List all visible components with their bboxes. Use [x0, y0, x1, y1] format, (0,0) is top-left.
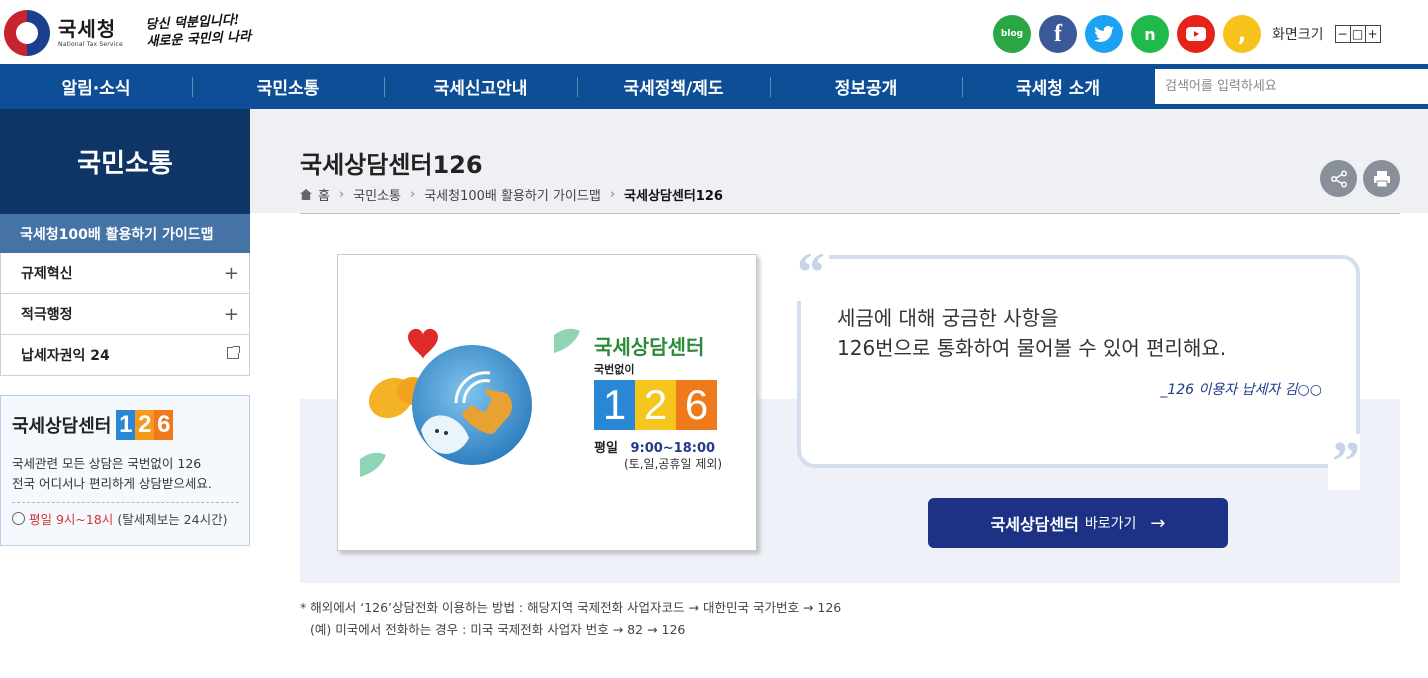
clock-icon	[12, 512, 25, 525]
quote-author: _126 이용자 납세자 김○○	[1160, 382, 1322, 398]
call-center-illustration: 국세상담센터 국번없이 1 2 6 평일 9:00~18:00 (토,일,공휴일…	[337, 254, 757, 551]
number-126-badge: 1 2 6	[116, 410, 174, 440]
card-hours: 9:00~18:00	[630, 441, 716, 456]
plus-icon: +	[223, 263, 239, 284]
gnb-item-policy[interactable]: 국세정책/제도	[577, 64, 770, 109]
testimonial-quote: “ 세금에 대해 궁금한 사항을 126번으로 통화하여 물어볼 수 있어 편리…	[797, 245, 1360, 490]
card-except: (토,일,공휴일 제외)	[624, 457, 723, 471]
font-increase-button[interactable]: +	[1364, 25, 1381, 43]
side-box-description: 국세관련 모든 상담은 국번없이 126 전국 어디서나 편리하게 상담받으세요…	[12, 456, 212, 491]
gnb-item-news[interactable]: 알림·소식	[0, 64, 192, 109]
lnb-item-active-admin[interactable]: 적극행정 +	[0, 294, 250, 335]
quote-open-icon: “	[797, 245, 829, 301]
youtube-icon[interactable]	[1177, 15, 1215, 53]
kakao-icon[interactable]: ,	[1223, 15, 1261, 53]
font-decrease-button[interactable]: −	[1334, 25, 1351, 43]
home-icon[interactable]	[300, 189, 312, 200]
top-header: 국세청 National Tax Service 당신 덕분입니다! 새로운 국…	[0, 0, 1428, 64]
gnb-item-disclosure[interactable]: 정보공개	[770, 64, 962, 109]
side-box-title: 국세상담센터	[12, 416, 112, 437]
print-icon	[1373, 170, 1390, 187]
gnb-item-about[interactable]: 국세청 소개	[962, 64, 1154, 109]
blog-icon[interactable]: blog	[993, 15, 1031, 53]
nts-emblem-icon	[4, 10, 50, 56]
arrow-right-icon: →	[1150, 512, 1166, 534]
lnb-title: 국민소통	[0, 109, 250, 214]
slogan: 당신 덕분입니다! 새로운 국민의 나라	[145, 12, 252, 50]
share-icon	[1330, 170, 1347, 187]
international-call-note: * 해외에서 ‘126’상담전화 이용하는 방법 : 해당지역 국제전화 사업자…	[300, 600, 842, 637]
font-size-label: 화면크기	[1272, 27, 1324, 43]
chevron-right-icon: ›	[609, 187, 616, 202]
chevron-right-icon: ›	[338, 187, 345, 202]
external-link-icon	[227, 346, 240, 359]
gnb-item-filing-guide[interactable]: 국세신고안내	[384, 64, 577, 109]
card-weekday: 평일	[594, 441, 618, 456]
call-center-info-box: 국세상담센터 1 2 6 국세관련 모든 상담은 국번없이 126 전국 어디서…	[0, 395, 250, 546]
breadcrumb: 홈 › 국민소통 › 국세청100배 활용하기 가이드맵 › 국세상담센터126	[300, 185, 723, 204]
quote-line-2: 126번으로 통화하여 물어볼 수 있어 편리해요.	[837, 336, 1227, 360]
share-button[interactable]	[1320, 160, 1357, 197]
naver-post-icon[interactable]: n	[1131, 15, 1169, 53]
service-hours: 평일 9시~18시 (탈세제보는 24시간)	[12, 509, 239, 528]
gnb-item-communication[interactable]: 국민소통	[192, 64, 384, 109]
page-title: 국세상담센터126	[300, 151, 483, 179]
global-nav: 알림·소식 국민소통 국세신고안내 국세정책/제도 정보공개 국세청 소개 검색…	[0, 64, 1428, 109]
search-input[interactable]: 검색어를 입력하세요	[1155, 69, 1428, 104]
chevron-right-icon: ›	[410, 187, 416, 202]
font-reset-button[interactable]: □	[1349, 25, 1366, 43]
card-126: 1 2 6	[594, 380, 717, 430]
logo-subtitle: National Tax Service	[58, 40, 123, 48]
go-call-center-button[interactable]: 국세상담센터 바로가기 →	[928, 498, 1228, 548]
quote-line-1: 세금에 대해 궁금한 사항을	[837, 306, 1059, 330]
card-nofix: 국번없이	[594, 363, 635, 376]
facebook-icon[interactable]: f	[1039, 15, 1077, 53]
quote-close-icon: ”	[1328, 434, 1360, 490]
lnb-item-guide-map[interactable]: 국세청100배 활용하기 가이드맵	[0, 214, 250, 253]
plus-icon: +	[223, 304, 239, 325]
logo-title: 국세청	[58, 16, 117, 41]
nts-logo[interactable]: 국세청 National Tax Service	[4, 10, 123, 56]
print-button[interactable]	[1363, 160, 1400, 197]
lnb-item-regulation[interactable]: 규제혁신 +	[0, 253, 250, 294]
sns-links: blog f n ,	[993, 15, 1261, 53]
card-brand: 국세상담센터	[594, 335, 705, 359]
font-size-control: 화면크기 − □ +	[1272, 24, 1381, 44]
twitter-icon[interactable]	[1085, 15, 1123, 53]
lnb-item-taxpayer-rights[interactable]: 납세자권익 24	[0, 335, 250, 376]
